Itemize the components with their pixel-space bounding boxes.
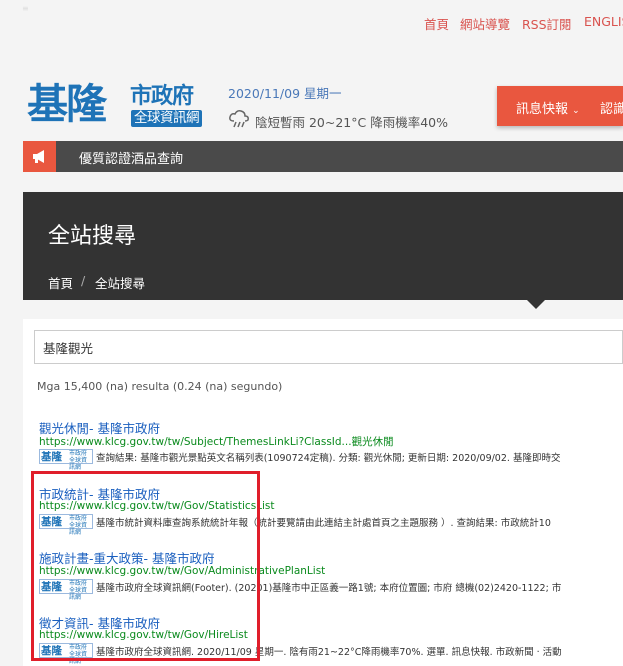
logo-portal: 全球資訊網: [131, 110, 202, 127]
result-url: https://www.klcg.gov.tw/tw/Gov/Statistic…: [39, 500, 275, 512]
thumb-logo-text: 基隆: [41, 451, 62, 463]
logo-city-name: 基隆: [27, 80, 107, 128]
page-header: 全站搜尋 首頁 / 全站搜尋: [23, 192, 623, 300]
nav-rss-link[interactable]: RSS訂閱: [522, 14, 572, 33]
page-title: 全站搜尋: [48, 224, 137, 249]
result-url: https://www.klcg.gov.tw/tw/Subject/Theme…: [39, 436, 394, 448]
top-navigation: 首頁 網站導覽 RSS訂閱 ENGLISH: [0, 14, 623, 36]
thumb-logo-sub: 市政府 全球資訊網: [69, 450, 88, 471]
result-thumbnail[interactable]: 基隆 市政府 全球資訊網: [39, 579, 93, 601]
logo-government: 市政府: [130, 84, 194, 109]
result-thumbnail[interactable]: 基隆 市政府 全球資訊網: [39, 449, 93, 471]
result-url: https://www.klcg.gov.tw/tw/Gov/HireList: [39, 629, 248, 641]
thumb-logo-sub: 市政府 全球資訊網: [69, 580, 88, 601]
nav-english-link[interactable]: ENGLISH: [584, 14, 623, 29]
announcement-bar: 優質認證酒品查詢: [23, 141, 623, 172]
menu-about-dropdown[interactable]: 認識: [600, 98, 623, 117]
thumb-logo-text: 基隆: [41, 645, 62, 657]
chevron-down-icon: ⌄: [572, 106, 580, 116]
thumb-logo-sub: 市政府 全球資訊網: [69, 644, 88, 665]
breadcrumb-home[interactable]: 首頁: [48, 273, 73, 292]
result-stats: Mga 15,400 (na) resulta (0.24 (na) segun…: [37, 380, 283, 393]
thumb-logo-sub: 市政府 全球資訊網: [69, 515, 88, 536]
result-snippet: 基隆市政府全球資訊網(Footer). (20201)基隆市中正區義一路1號; …: [96, 583, 562, 594]
thumb-logo-text: 基隆: [41, 516, 62, 528]
search-input[interactable]: [34, 330, 623, 364]
nav-sitemap-link[interactable]: 網站導覽: [460, 14, 510, 33]
menu-icon[interactable]: ≡: [22, 4, 29, 13]
rain-cloud-icon: [229, 110, 249, 128]
nav-home-link[interactable]: 首頁: [424, 14, 449, 33]
main-menu-bar: 訊息快報 ⌄ 認識: [497, 86, 623, 126]
weather-info: 陰短暫雨 20~21°C 降雨機率40%: [255, 115, 448, 130]
announcement-link[interactable]: 優質認證酒品查詢: [79, 148, 183, 167]
result-thumbnail[interactable]: 基隆 市政府 全球資訊網: [39, 514, 93, 536]
current-date: 2020/11/09 星期一: [228, 86, 342, 101]
header-pointer: [527, 300, 545, 309]
breadcrumb-current: 全站搜尋: [95, 276, 146, 291]
result-snippet: 基隆市政府全球資訊網. 2020/11/09 星期一. 陰有雨21~22°C降雨…: [96, 647, 562, 658]
thumb-logo-text: 基隆: [41, 581, 62, 593]
megaphone-icon: [23, 141, 56, 172]
result-snippet: 查詢結果: 基隆市觀光景點英文名稱列表(1090724定稿). 分類: 觀光休閒…: [96, 453, 561, 464]
breadcrumb-separator: /: [81, 273, 86, 288]
menu-news-label: 訊息快報: [516, 102, 569, 117]
menu-news-dropdown[interactable]: 訊息快報 ⌄: [516, 98, 580, 117]
result-url: https://www.klcg.gov.tw/tw/Gov/Administr…: [39, 565, 326, 577]
result-snippet: 基隆市統計資料庫查詢系統統計年報（統計要覽請由此連結主計處首頁之主題服務 ）. …: [96, 518, 551, 529]
result-thumbnail[interactable]: 基隆 市政府 全球資訊網: [39, 643, 93, 665]
